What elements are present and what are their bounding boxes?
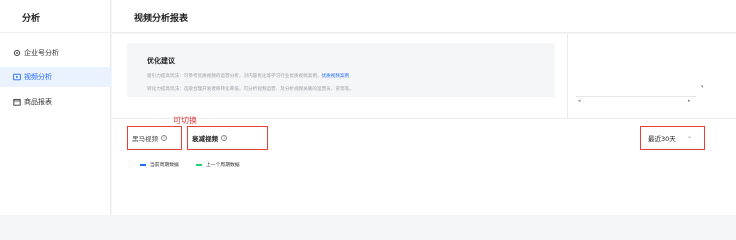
video-icon [12, 73, 21, 82]
case-link[interactable]: 优质视频案例 [322, 74, 350, 79]
tab-declining-video[interactable]: 衰减视频 ? [187, 126, 268, 150]
help-icon[interactable]: ? [221, 135, 227, 141]
suggestions-panel: 优化建议 吸引力提高玩法：可参考优质视频的运营分析，对内容优化等学习行业优质视频… [127, 43, 555, 97]
top-bar: 视频分析报表 [112, 0, 736, 33]
scroll-left-icon[interactable]: ◂ [578, 98, 581, 104]
legend-swatch [196, 163, 202, 166]
scroll-panel: ▾ ◂ ▸ [568, 34, 708, 118]
page-title: 视频分析报表 [134, 14, 189, 24]
sidebar-item-video-analysis[interactable]: 视频分析 [12, 70, 52, 84]
tab-label: 衰减视频 [192, 135, 218, 143]
horizontal-scrollbar[interactable] [576, 96, 696, 104]
tab-dark-horse-video[interactable]: 黑马视频 ? [127, 126, 182, 150]
suggestion-line-2: 转化力提高玩法：选取合理开发者移转化率低，可分析视频运营、及分析视频关联的运营员… [147, 87, 354, 92]
date-range-value: 最近30天 [648, 135, 676, 143]
tab-label: 黑马视频 [132, 135, 158, 143]
horizontal-divider [112, 118, 736, 119]
scroll-down-icon[interactable]: ▾ [701, 84, 706, 90]
gear-icon [12, 49, 21, 58]
date-range-select[interactable]: 最近30天 ⌄ [640, 126, 705, 150]
legend-previous-period[interactable]: 上一个周期数据 [196, 161, 240, 168]
sidebar: 分析 企业号分析 视频分析 商品报表 [0, 0, 111, 215]
vertical-scrollbar[interactable] [700, 34, 706, 104]
suggestions-title: 优化建议 [147, 57, 175, 65]
sidebar-header: 分析 [0, 0, 110, 33]
suggestion-line-1: 吸引力提高玩法：可参考优质视频的运营分析，对内容优化等学习行业优质视频案例。优质… [147, 73, 349, 79]
sidebar-item-product-report[interactable]: 商品报表 [12, 95, 52, 109]
legend-swatch [140, 163, 146, 166]
sidebar-item-label: 企业号分析 [24, 49, 59, 57]
legend-label: 当前周期数据 [150, 163, 179, 168]
chevron-down-icon: ⌄ [686, 133, 692, 140]
legend-current-period[interactable]: 当前周期数据 [140, 161, 179, 168]
sidebar-item-label: 视频分析 [24, 73, 52, 81]
annotation-switchable: 可切换 [173, 116, 197, 125]
legend-label: 上一个周期数据 [206, 163, 240, 168]
calendar-icon [12, 98, 21, 107]
scroll-right-icon[interactable]: ▸ [688, 98, 691, 104]
main-content: 优化建议 吸引力提高玩法：可参考优质视频的运营分析，对内容优化等学习行业优质视频… [112, 34, 736, 215]
sidebar-item-enterprise-analysis[interactable]: 企业号分析 [12, 46, 59, 60]
help-icon[interactable]: ? [161, 135, 167, 141]
sidebar-item-label: 商品报表 [24, 98, 52, 106]
suggestion-line-1-text: 吸引力提高玩法：可参考优质视频的运营分析，对内容优化等学习行业优质视频案例。 [147, 74, 322, 79]
